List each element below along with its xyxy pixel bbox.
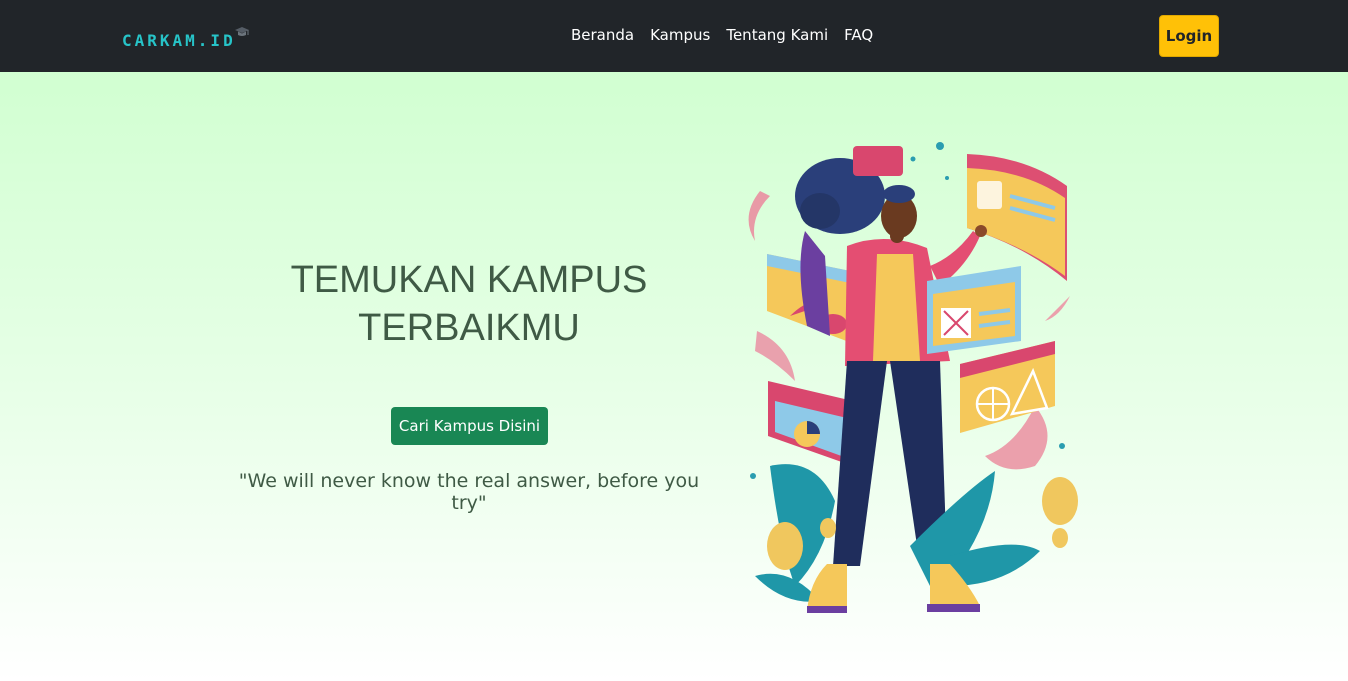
- graduation-cap-icon: [234, 27, 249, 36]
- nav-links: Beranda Kampus Tentang Kami FAQ: [563, 24, 881, 46]
- hero-title: TEMUKAN KAMPUS TERBAIKMU: [232, 256, 706, 352]
- hero-title-line2: TERBAIKMU: [358, 307, 580, 349]
- nav-link-beranda[interactable]: Beranda: [563, 24, 642, 46]
- find-campus-button[interactable]: Cari Kampus Disini: [391, 407, 548, 445]
- navbar: CARKAM.ID Beranda Kampus Tentang Kami FA…: [0, 0, 1348, 72]
- brand-name: CARKAM.ID: [122, 31, 236, 50]
- brand-logo[interactable]: CARKAM.ID: [122, 24, 250, 50]
- nav-link-faq[interactable]: FAQ: [836, 24, 881, 46]
- hero-illustration: [748, 142, 1078, 613]
- login-button[interactable]: Login: [1159, 15, 1219, 57]
- hero-quote: "We will never know the real answer, bef…: [238, 470, 700, 514]
- hero-title-line1: TEMUKAN KAMPUS: [290, 259, 648, 301]
- nav-link-kampus[interactable]: Kampus: [642, 24, 718, 46]
- nav-link-tentang-kami[interactable]: Tentang Kami: [718, 24, 836, 46]
